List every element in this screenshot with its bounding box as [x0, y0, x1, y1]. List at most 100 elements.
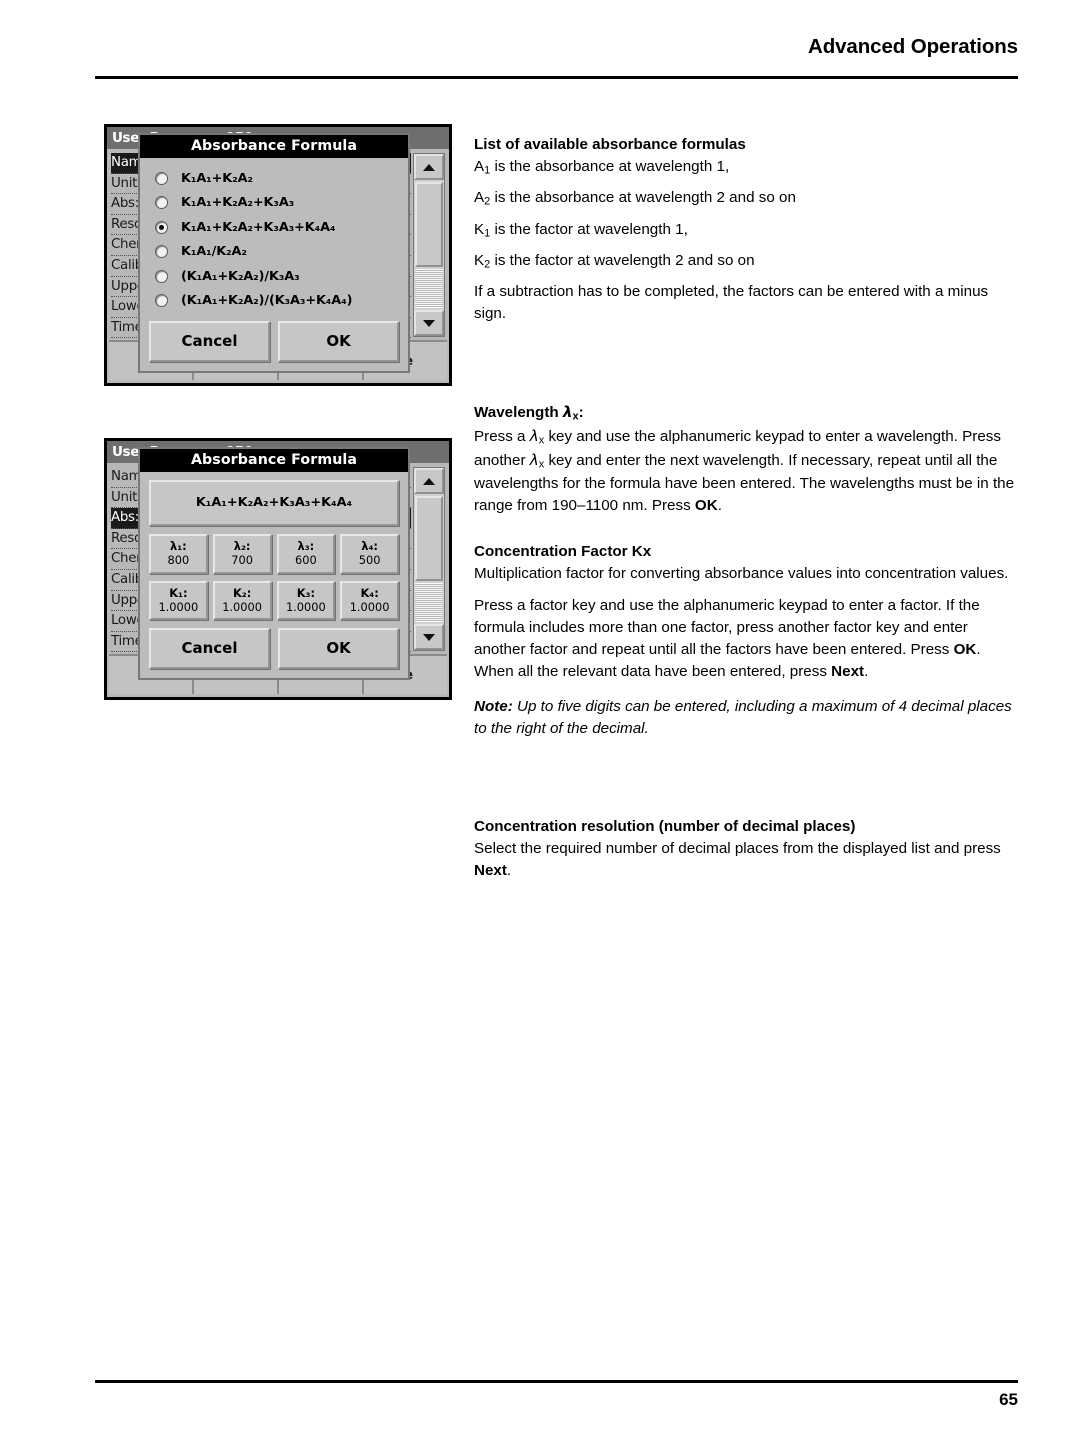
paragraph-a1: A1 is the absorbance at wavelength 1, — [474, 158, 730, 177]
factor-key-value: 1.0000 — [222, 599, 263, 614]
formula-option-label: K₁A₁+K₂A₂+K₃A₃+K₄A₄ — [181, 219, 336, 235]
screenshot-absorbance-formula-list: User Program - 950 Name Units: Abs: Reso… — [104, 124, 452, 386]
wavelength-key[interactable]: λ₃: 600 — [276, 534, 336, 574]
next-keyword: Next — [831, 663, 865, 681]
wavelength-heading-suffix: : — [578, 403, 584, 421]
dialog-body: K₁A₁+K₂A₂ K₁A₁+K₂A₂+K₃A₃ K₁A₁+K₂A₂+K₃A₃+… — [140, 158, 408, 371]
radio-icon[interactable] — [155, 294, 168, 308]
dialog-button-row: Cancel OK — [149, 321, 399, 362]
absorbance-formula-dialog: Absorbance Formula K₁A₁+K₂A₂+K₃A₃+K₄A₄ λ… — [138, 447, 410, 680]
formula-option-label: (K₁A₁+K₂A₂)/K₃A₃ — [181, 268, 300, 284]
selected-formula-display[interactable]: K₁A₁+K₂A₂+K₃A₃+K₄A₄ — [149, 480, 399, 526]
wavelength-key[interactable]: λ₁: 800 — [149, 534, 208, 574]
factor-key-grid: K₁: 1.0000 K₂: 1.0000 K₃: 1.0000 K₄: 1.0… — [149, 580, 399, 620]
paragraph-multiplication-factor: Multiplication factor for converting abs… — [474, 564, 1009, 582]
note-paragraph: Note: Up to five digits can be entered, … — [474, 696, 1019, 740]
subscript: 2 — [484, 195, 491, 208]
scrollbar-thumb[interactable] — [415, 496, 443, 581]
formula-option-label: K₁A₁/K₂A₂ — [181, 244, 247, 260]
lambda-icon: λ — [529, 426, 539, 445]
scroll-up-icon[interactable] — [414, 154, 444, 180]
ok-button[interactable]: OK — [278, 321, 399, 362]
wavelength-key-value: 500 — [358, 553, 381, 568]
factor-key-value: 1.0000 — [285, 599, 326, 614]
wavelength-key-label: λ₂: — [233, 539, 251, 553]
next-keyword: Next — [474, 862, 507, 879]
paragraph-a1-text: is the absorbance at wavelength 1, — [494, 158, 730, 176]
paragraph-wavelength-entry: Press a λx key and use the alphanumeric … — [474, 425, 1019, 518]
wavelength-key-grid: λ₁: 800 λ₂: 700 λ₃: 600 λ₄: 500 — [149, 534, 399, 574]
resolution-part-a: Select the required number of decimal pl… — [474, 839, 1001, 857]
formula-option-row[interactable]: K₁A₁+K₂A₂+K₃A₃+K₄A₄ — [155, 215, 399, 240]
scrollbar[interactable] — [413, 467, 445, 651]
subscript: 2 — [484, 258, 491, 271]
wavelength-key[interactable]: λ₂: 700 — [212, 534, 272, 574]
dialog-button-row: Cancel OK — [149, 628, 399, 669]
paragraph-factor-entry: Press a factor key and use the alphanume… — [474, 595, 1019, 683]
formula-option-row[interactable]: K₁A₁+K₂A₂ — [155, 166, 399, 191]
scrollbar-thumb[interactable] — [415, 182, 443, 267]
page-title: Advanced Operations — [808, 35, 1018, 58]
scrollbar[interactable] — [413, 153, 445, 337]
radio-icon[interactable] — [155, 245, 168, 259]
factor-key-label: K₂: — [232, 585, 252, 600]
wavelength-key-value: 700 — [231, 553, 253, 568]
wavelength-key-value: 800 — [167, 553, 190, 568]
wavelength-heading-prefix: Wavelength — [474, 403, 559, 421]
formula-option-row[interactable]: (K₁A₁+K₂A₂)/(K₃A₃+K₄A₄) — [155, 289, 399, 314]
wl-end: . — [717, 497, 722, 515]
paragraph-a2: A2 is the absorbance at wavelength 2 and… — [474, 189, 796, 208]
wavelength-key-value: 600 — [295, 553, 317, 568]
cancel-button[interactable]: Cancel — [149, 321, 270, 362]
wavelength-key[interactable]: λ₄: 500 — [340, 534, 399, 574]
formula-option-row[interactable]: (K₁A₁+K₂A₂)/K₃A₃ — [155, 264, 399, 289]
factor-part-end: . — [864, 663, 869, 681]
factor-key[interactable]: K₄: 1.0000 — [340, 580, 399, 620]
formula-option-label: K₁A₁+K₂A₂+K₃A₃ — [181, 195, 295, 211]
paragraph-k1: K1 is the factor at wavelength 1, — [474, 220, 688, 239]
screenshot-absorbance-formula-values: User Program - 950 Name Units: Abs: Reso… — [104, 438, 452, 700]
factor-part-a: Press a factor key and use the alphanume… — [474, 597, 980, 659]
paragraph-k2-text: is the factor at wavelength 2 and so on — [494, 251, 755, 269]
scrollbar-track[interactable] — [415, 583, 443, 622]
formula-option-row[interactable]: K₁A₁+K₂A₂+K₃A₃ — [155, 191, 399, 216]
note-text: Up to five digits can be entered, includ… — [474, 698, 1012, 738]
radio-icon[interactable] — [155, 269, 168, 283]
section-heading-concentration-resolution: Concentration resolution (number of deci… — [474, 817, 856, 835]
scroll-down-icon[interactable] — [414, 624, 444, 650]
subscript: 1 — [484, 227, 491, 239]
wavelength-key-label: λ₄: — [361, 539, 378, 553]
subscript-x: x — [538, 433, 545, 446]
radio-icon-selected[interactable] — [155, 220, 168, 234]
factor-key-value: 1.0000 — [349, 599, 390, 614]
factor-key[interactable]: K₁: 1.0000 — [149, 580, 208, 620]
lambda-icon: λ — [562, 402, 573, 421]
paragraph-k1-text: is the factor at wavelength 1, — [494, 220, 688, 238]
cancel-button[interactable]: Cancel — [149, 628, 270, 669]
wl-part3: key and enter the next wavelength. If ne… — [474, 451, 1015, 515]
radio-icon[interactable] — [155, 171, 168, 185]
page-header: Advanced Operations — [62, 35, 1018, 59]
factor-key[interactable]: K₃: 1.0000 — [276, 580, 336, 620]
scroll-up-icon[interactable] — [414, 468, 444, 494]
factor-key[interactable]: K₂: 1.0000 — [212, 580, 272, 620]
body-text-column: List of available absorbance formulas A1… — [474, 135, 1019, 893]
scroll-down-icon[interactable] — [414, 310, 444, 336]
paragraph-subtraction: If a subtraction has to be completed, th… — [474, 283, 989, 323]
dialog-title: Absorbance Formula — [140, 449, 408, 472]
formula-option-row[interactable]: K₁A₁/K₂A₂ — [155, 240, 399, 265]
formula-option-label: (K₁A₁+K₂A₂)/(K₃A₃+K₄A₄) — [181, 293, 353, 309]
paragraph-resolution: Select the required number of decimal pl… — [474, 838, 1019, 882]
factor-key-label: K₁: — [169, 585, 188, 600]
header-rule — [95, 76, 1018, 79]
note-label: Note: — [474, 698, 513, 716]
ok-button[interactable]: OK — [278, 628, 399, 669]
paragraph-a2-text: is the absorbance at wavelength 2 and so… — [494, 189, 796, 207]
section-heading-formula-list: List of available absorbance formulas — [474, 136, 746, 153]
radio-icon[interactable] — [155, 196, 168, 210]
scrollbar-track[interactable] — [415, 269, 443, 308]
dialog-body: K₁A₁+K₂A₂+K₃A₃+K₄A₄ λ₁: 800 λ₂: 700 λ₃: … — [140, 472, 408, 678]
